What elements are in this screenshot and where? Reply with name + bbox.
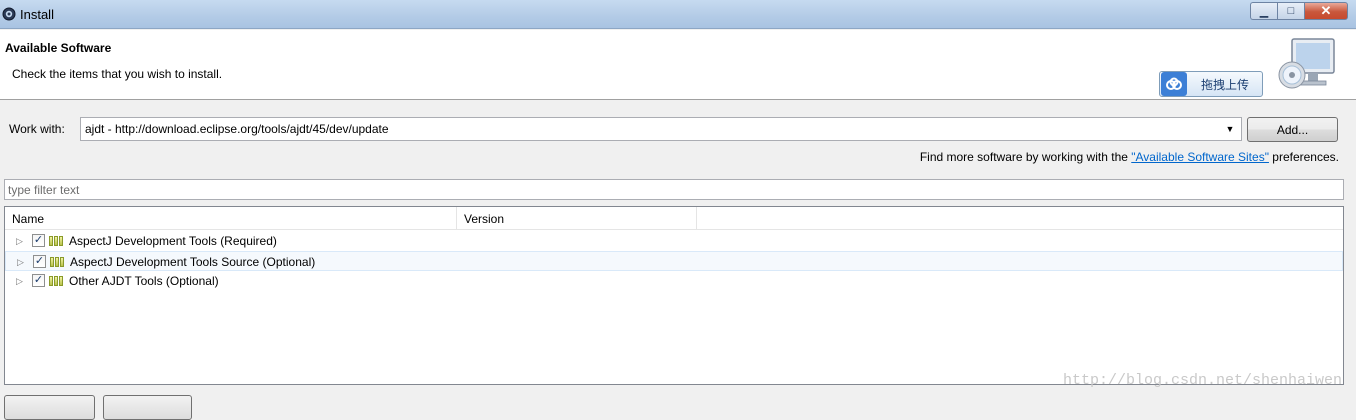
package-icon [49, 276, 63, 286]
tree-row[interactable]: ▷ ✓ AspectJ Development Tools (Required) [5, 231, 1343, 251]
cloud-upload-icon [1161, 72, 1187, 96]
window-title: Install [20, 7, 54, 22]
close-button[interactable]: ✕ [1304, 2, 1348, 20]
maximize-button[interactable]: □ [1277, 2, 1304, 20]
triangle-right-icon[interactable]: ▷ [17, 257, 24, 268]
eclipse-gear-icon [2, 7, 16, 21]
tree-header: Name Version [5, 207, 1343, 230]
check-icon: ✓ [33, 274, 44, 286]
available-software-sites-link[interactable]: "Available Software Sites" [1131, 150, 1269, 164]
find-more-prefix: Find more software by working with the [919, 150, 1132, 164]
triangle-right-icon[interactable]: ▷ [16, 236, 23, 247]
select-all-button[interactable] [4, 395, 95, 420]
filter-input[interactable] [5, 180, 1343, 199]
package-icon [50, 257, 64, 267]
computer-cd-icon [1278, 38, 1335, 89]
minimize-button[interactable]: ▁ [1250, 2, 1277, 20]
title-bar[interactable]: Install ▁ □ ✕ [0, 0, 1356, 29]
find-more-text: Find more software by working with the "… [920, 150, 1339, 164]
drag-upload-label: 拖拽上传 [1201, 77, 1250, 92]
tree-row[interactable]: ▷ ✓ AspectJ Development Tools Source (Op… [5, 251, 1343, 271]
software-tree[interactable]: Name Version ▷ ✓ AspectJ Development Too… [4, 206, 1344, 385]
deselect-all-button[interactable] [103, 395, 192, 420]
row-checkbox[interactable]: ✓ [32, 234, 45, 247]
column-header-version[interactable]: Version [457, 207, 697, 230]
work-with-combo[interactable]: ajdt - http://download.eclipse.org/tools… [80, 117, 1242, 141]
check-icon: ✓ [34, 255, 45, 267]
package-icon [49, 236, 63, 246]
row-label: AspectJ Development Tools Source (Option… [70, 255, 316, 269]
work-with-label: Work with: [9, 122, 65, 136]
column-header-name[interactable]: Name [5, 207, 457, 230]
add-button[interactable]: Add... [1247, 117, 1338, 142]
page-description: Check the items that you wish to install… [12, 67, 223, 81]
window-controls: ▁ □ ✕ [1250, 2, 1348, 20]
watermark: http://blog.csdn.net/shenhaiwen [1062, 372, 1342, 389]
row-checkbox[interactable]: ✓ [32, 274, 45, 287]
chevron-down-icon[interactable]: ▼ [1221, 119, 1239, 139]
triangle-right-icon[interactable]: ▷ [16, 276, 23, 287]
page-title: Available Software [5, 41, 112, 55]
wizard-body: Work with: ajdt - http://download.eclips… [0, 101, 1356, 420]
find-more-suffix: preferences. [1268, 150, 1339, 164]
wizard-header: Available Software Check the items that … [0, 30, 1356, 100]
row-label: Other AJDT Tools (Optional) [69, 274, 219, 288]
row-checkbox[interactable]: ✓ [33, 255, 46, 268]
work-with-value: ajdt - http://download.eclipse.org/tools… [85, 122, 389, 136]
row-label: AspectJ Development Tools (Required) [69, 234, 277, 248]
drag-upload-button[interactable]: 拖拽上传 [1159, 71, 1263, 97]
filter-field[interactable] [4, 179, 1344, 200]
check-icon: ✓ [33, 234, 44, 246]
tree-row[interactable]: ▷ ✓ Other AJDT Tools (Optional) [5, 271, 1343, 291]
